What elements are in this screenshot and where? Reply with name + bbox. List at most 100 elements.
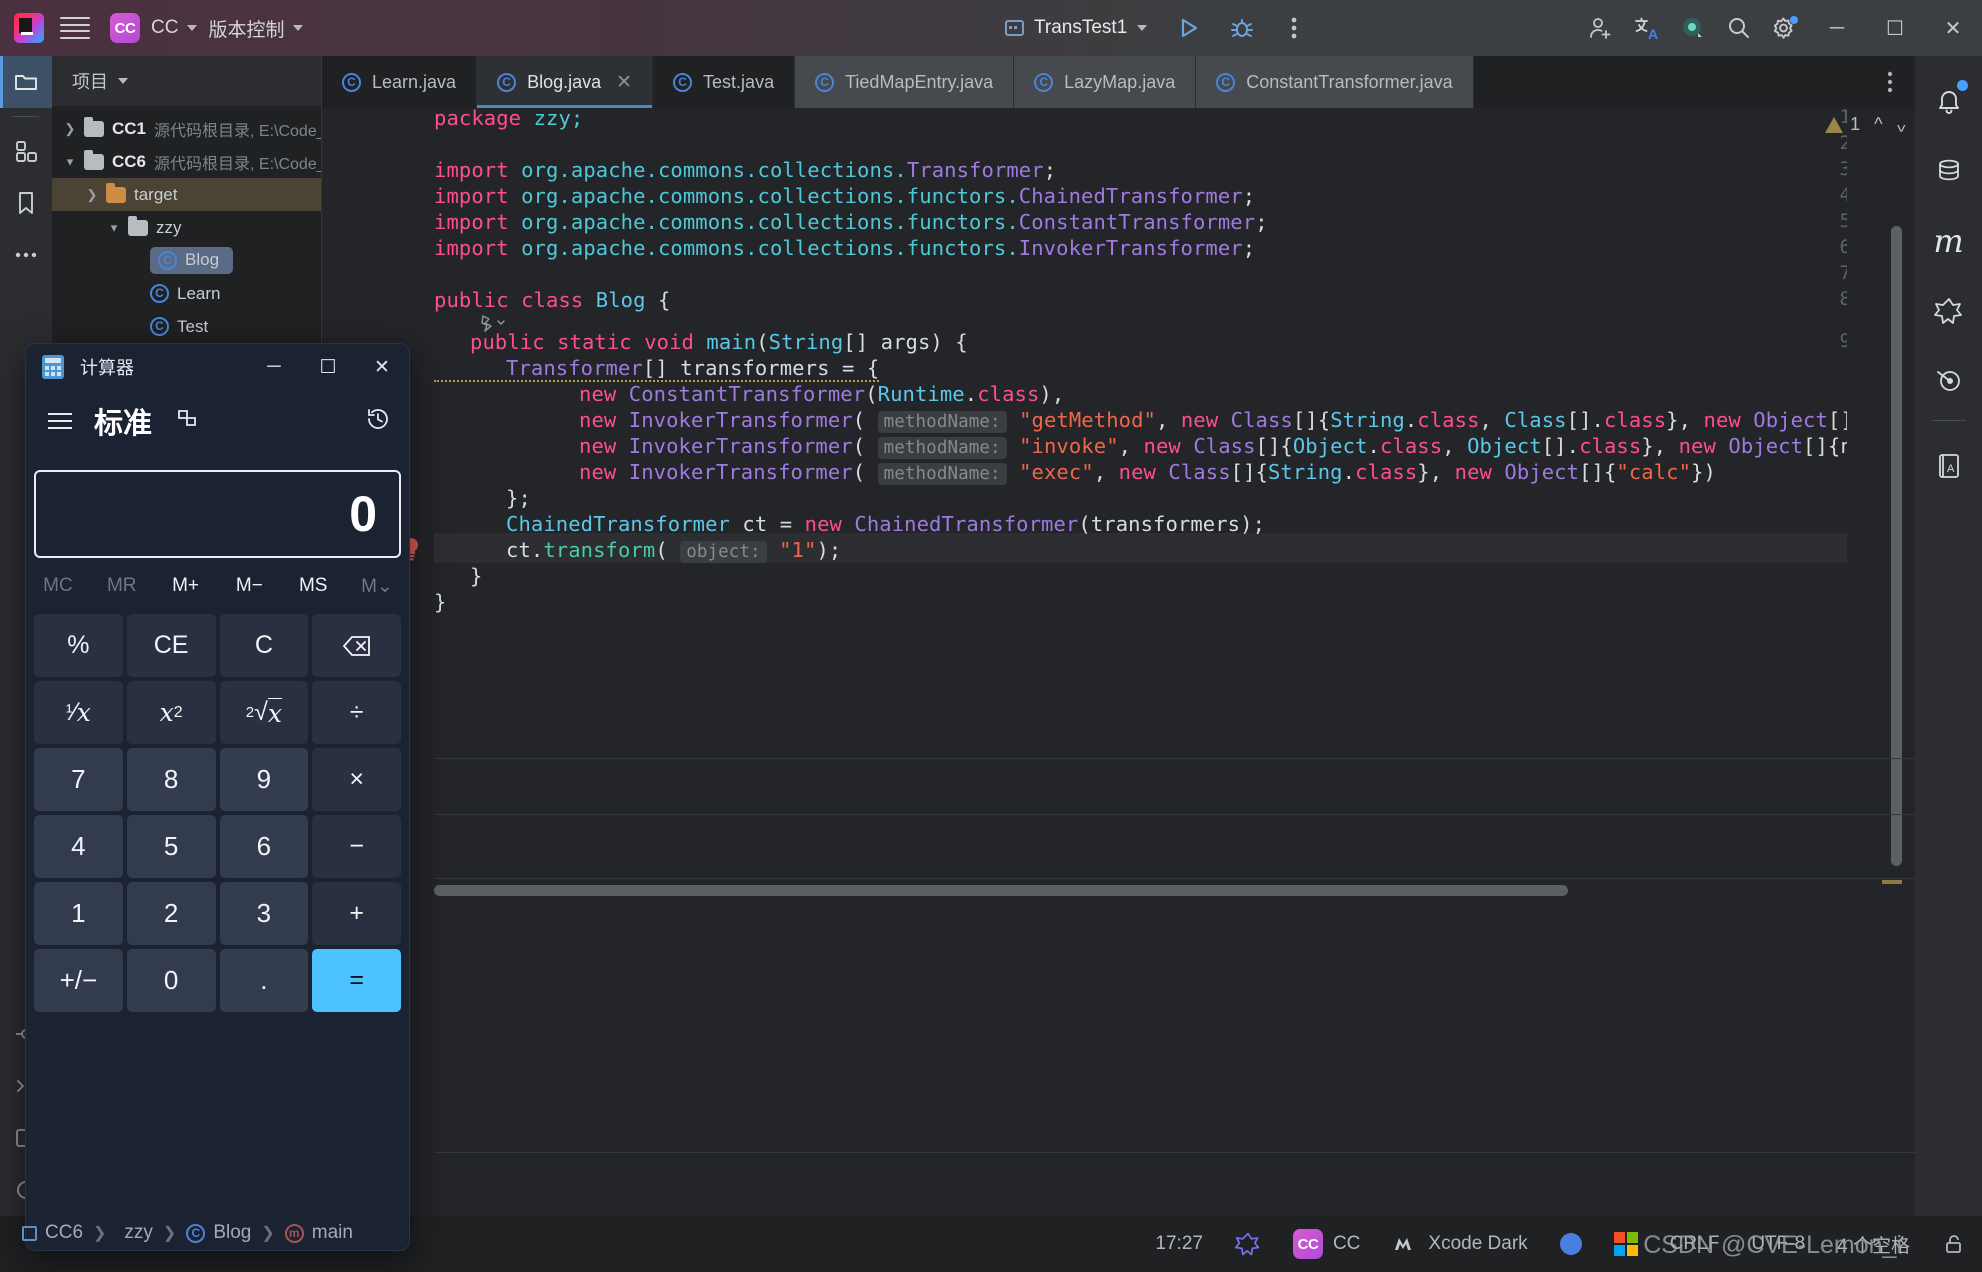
add-user-icon[interactable] (1578, 5, 1624, 51)
chevron-down-icon[interactable]: ▾ (106, 220, 122, 236)
more-actions-icon[interactable] (1271, 5, 1317, 51)
tree-item-test[interactable]: C Test (52, 310, 321, 343)
calculator-key-digit-4[interactable]: 4 (34, 815, 123, 878)
more-tools-icon[interactable] (0, 229, 52, 281)
settings-gear-icon[interactable] (1762, 5, 1808, 51)
calculator-key-clear[interactable]: C (219, 614, 309, 677)
editor-tab-test[interactable]: C Test.java (653, 56, 796, 108)
memory-button-m[interactable]: M− (217, 575, 281, 597)
calculator-key-divide[interactable]: ÷ (312, 681, 401, 744)
project-name-menu[interactable]: CC (151, 17, 198, 39)
next-problem-icon[interactable]: ^ (1897, 114, 1905, 135)
calculator-key-equals[interactable]: = (312, 949, 401, 1012)
project-tool-icon[interactable] (0, 56, 52, 108)
calculator-menu-icon[interactable] (48, 413, 72, 429)
inspection-widget[interactable]: 1 ^ ^ (1825, 108, 1915, 1216)
prev-problem-icon[interactable]: ^ (1874, 114, 1882, 135)
history-icon[interactable] (365, 406, 391, 437)
readonly-lock-icon[interactable] (1926, 1232, 1982, 1256)
keep-on-top-icon[interactable] (174, 406, 200, 437)
tree-item-cc1[interactable]: ❯ CC1 源代码根目录, E:\Code_D (52, 112, 321, 145)
breadcrumb-item-cc6[interactable]: CC6 (22, 1222, 83, 1244)
calculator-key-digit-8[interactable]: 8 (126, 748, 216, 811)
horizontal-scrollbar-thumb[interactable] (434, 885, 1568, 896)
windows-status-icon[interactable] (1598, 1232, 1654, 1256)
tree-item-blog[interactable]: C Blog (52, 244, 321, 277)
code-editor[interactable]: 123456789 package zzy; import org.apache… (322, 106, 1915, 1216)
memory-button-ms[interactable]: MS (281, 575, 345, 597)
sync-status-icon[interactable] (1544, 1233, 1598, 1255)
chevron-right-icon[interactable]: ❯ (84, 187, 100, 203)
search-icon[interactable] (1716, 5, 1762, 51)
minimize-button[interactable]: ─ (1808, 0, 1866, 56)
encoding-status[interactable]: UTF-8 (1735, 1233, 1821, 1255)
calculator-key-backspace[interactable] (312, 614, 401, 677)
run-button[interactable] (1165, 5, 1211, 51)
ai-plugin-icon[interactable] (1915, 276, 1982, 346)
tree-item-target[interactable]: ❯ target (52, 178, 321, 211)
calculator-key-decimal[interactable]: . (219, 949, 309, 1012)
tree-item-cc6[interactable]: ▾ CC6 源代码根目录, E:\Code_D (52, 145, 321, 178)
run-configuration-selector[interactable]: TransTest1 (1005, 17, 1148, 39)
breadcrumb-item-main[interactable]: m main (284, 1222, 353, 1244)
calculator-key-digit-6[interactable]: 6 (219, 815, 309, 878)
debug-button[interactable] (1219, 5, 1265, 51)
editor-tab-lazymap[interactable]: C LazyMap.java (1014, 56, 1197, 108)
memory-button-m+[interactable]: M+ (154, 575, 218, 597)
tab-list-more-icon[interactable] (1865, 56, 1915, 108)
calculator-key-digit-9[interactable]: 9 (219, 748, 309, 811)
calculator-key-clear-entry[interactable]: CE (126, 614, 216, 677)
breadcrumb-item-zzy[interactable]: zzy (116, 1222, 153, 1244)
calculator-key-percent[interactable]: % (34, 614, 123, 677)
database-icon[interactable] (1915, 136, 1982, 206)
indent-status[interactable]: 4 个空格 (1821, 1231, 1926, 1258)
ai-assistant-icon[interactable] (1670, 5, 1716, 51)
calculator-key-digit-2[interactable]: 2 (126, 882, 216, 945)
theme-status[interactable]: Xcode Dark (1376, 1233, 1543, 1255)
calculator-key-digit-5[interactable]: 5 (126, 815, 216, 878)
calculator-key-add[interactable]: + (312, 882, 401, 945)
editor-tab-tiedmapentry[interactable]: C TiedMapEntry.java (795, 56, 1015, 108)
calculator-key-reciprocal[interactable]: ¹ ⁄ x (34, 681, 123, 744)
editor-tab-learn[interactable]: C Learn.java (322, 56, 478, 108)
notifications-icon[interactable] (1915, 66, 1982, 136)
tree-item-learn[interactable]: C Learn (52, 277, 321, 310)
calculator-title-bar[interactable]: 计算器 ─ ☐ ✕ (26, 344, 409, 390)
translation-dictionary-icon[interactable]: A (1915, 431, 1982, 501)
structure-tool-icon[interactable] (0, 125, 52, 177)
editor-tab-blog[interactable]: C Blog.java ✕ (477, 56, 654, 108)
hamburger-menu-icon[interactable] (60, 17, 90, 39)
project-status[interactable]: CC CC (1277, 1229, 1376, 1259)
translate-icon[interactable]: A (1624, 5, 1670, 51)
vertical-scrollbar-thumb[interactable] (1891, 226, 1902, 866)
calculator-key-square[interactable]: x2 (126, 681, 216, 744)
calculator-key-digit-0[interactable]: 0 (126, 949, 216, 1012)
code-text-area[interactable]: package zzy; import org.apache.commons.c… (434, 106, 1915, 1216)
maximize-button[interactable]: ☐ (1866, 0, 1924, 56)
calculator-key-negate[interactable]: +/− (34, 949, 123, 1012)
calculator-key-digit-1[interactable]: 1 (34, 882, 123, 945)
breadcrumb[interactable]: CC6 ❯ zzy ❯ C Blog ❯ m main (22, 1222, 353, 1244)
close-tab-icon[interactable]: ✕ (616, 71, 632, 94)
calculator-maximize-button[interactable]: ☐ (301, 344, 355, 390)
close-button[interactable]: ✕ (1924, 0, 1982, 56)
calculator-minimize-button[interactable]: ─ (247, 344, 301, 390)
warning-count[interactable]: 1 (1825, 114, 1860, 135)
bookmarks-tool-icon[interactable] (0, 177, 52, 229)
endpoints-icon[interactable] (1915, 346, 1982, 416)
vcs-menu[interactable]: 版本控制 (208, 15, 304, 42)
calculator-window[interactable]: 计算器 ─ ☐ ✕ 标准 0 MC MR M+ M− MS M⌄ % CE C ¹ ⁄ x x 2 2 √ x… (25, 343, 410, 1251)
ai-status-icon[interactable] (1219, 1231, 1277, 1257)
calculator-key-digit-7[interactable]: 7 (34, 748, 123, 811)
calculator-close-button[interactable]: ✕ (355, 344, 409, 390)
breadcrumb-item-blog[interactable]: C Blog (186, 1222, 251, 1244)
line-separator-status[interactable]: CRLF (1654, 1233, 1736, 1255)
chevron-right-icon[interactable]: ❯ (62, 121, 78, 137)
calculator-key-subtract[interactable]: − (312, 815, 401, 878)
chevron-down-icon[interactable]: ▾ (62, 154, 78, 170)
project-panel-header[interactable]: 项目 (52, 56, 321, 106)
calculator-key-digit-3[interactable]: 3 (219, 882, 309, 945)
calculator-key-square-root[interactable]: 2 √ x (219, 681, 309, 744)
warning-scroll-marker[interactable] (1882, 880, 1902, 884)
editor-tab-constanttransformer[interactable]: C ConstantTransformer.java (1196, 56, 1474, 108)
